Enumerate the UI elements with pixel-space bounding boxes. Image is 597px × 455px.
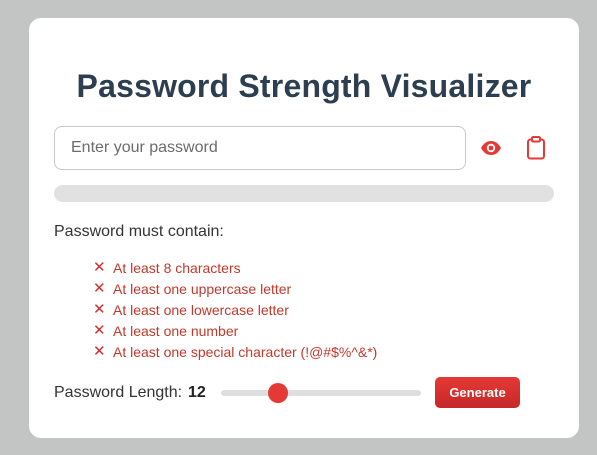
clipboard-icon [527, 136, 545, 160]
requirement-item: ✕ At least 8 characters [93, 257, 377, 278]
cross-icon: ✕ [93, 322, 106, 339]
requirements-list: ✕ At least 8 characters ✕ At least one u… [93, 257, 377, 362]
password-length-value: 12 [188, 384, 206, 401]
cross-icon: ✕ [93, 280, 106, 297]
requirement-item: ✕ At least one special character (!@#$%^… [93, 341, 377, 362]
toggle-visibility-button[interactable] [476, 134, 506, 162]
generate-button[interactable]: Generate [435, 377, 520, 408]
copy-button[interactable] [521, 134, 551, 162]
password-length-label: Password Length: [54, 384, 183, 401]
password-length-slider[interactable] [221, 383, 421, 403]
requirements-heading: Password must contain: [54, 223, 224, 240]
eye-icon [481, 141, 501, 155]
requirement-label: At least one lowercase letter [113, 301, 289, 318]
requirement-label: At least one uppercase letter [113, 280, 292, 297]
cross-icon: ✕ [93, 259, 106, 276]
cross-icon: ✕ [93, 301, 106, 318]
requirement-item: ✕ At least one uppercase letter [93, 278, 377, 299]
cross-icon: ✕ [93, 343, 106, 360]
strength-meter [54, 185, 554, 202]
slider-thumb[interactable] [268, 383, 289, 403]
requirement-item: ✕ At least one number [93, 320, 377, 341]
page-title: Password Strength Visualizer [76, 68, 532, 104]
requirement-label: At least one number [113, 322, 239, 339]
requirement-label: At least one special character (!@#$%^&*… [113, 343, 378, 360]
main-card: Password Strength Visualizer Password mu… [29, 18, 579, 438]
requirement-label: At least 8 characters [113, 259, 241, 276]
requirement-item: ✕ At least one lowercase letter [93, 299, 377, 320]
password-input[interactable] [54, 126, 466, 170]
